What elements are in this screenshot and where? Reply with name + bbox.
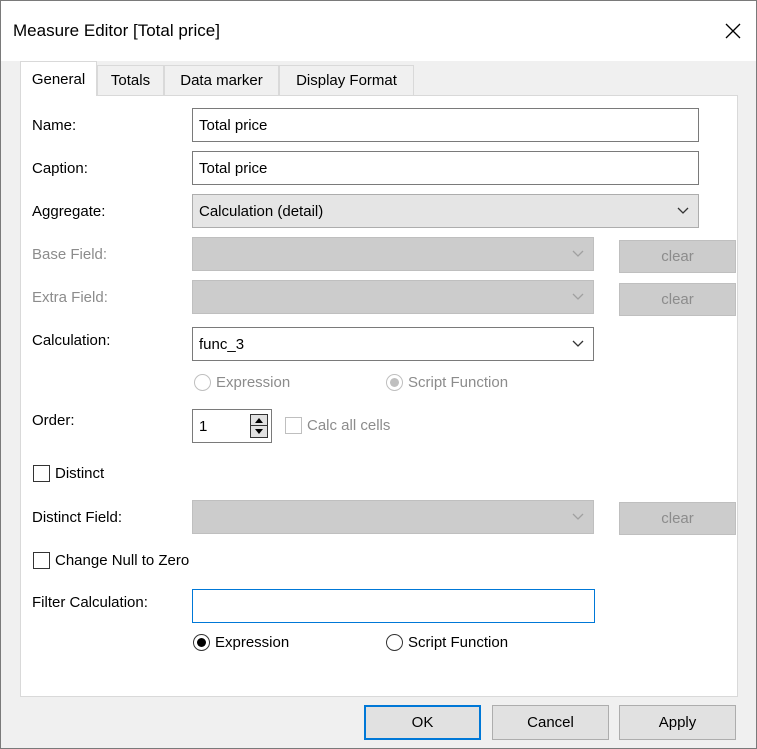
caption-field[interactable]: Total price bbox=[192, 151, 699, 185]
close-button[interactable] bbox=[710, 1, 756, 61]
chevron-down-icon bbox=[677, 207, 689, 214]
window-title: Measure Editor [Total price] bbox=[13, 21, 220, 40]
distinct-field-label: Distinct Field: bbox=[32, 509, 123, 526]
chevron-down-icon bbox=[572, 340, 584, 347]
order-stepper[interactable]: 1 bbox=[192, 409, 272, 443]
calc-all-cells-checkbox[interactable]: Calc all cells bbox=[285, 417, 390, 434]
tab-totals[interactable]: Totals bbox=[97, 65, 164, 95]
calculation-expression-radio[interactable]: Expression bbox=[194, 374, 290, 391]
chevron-down-icon bbox=[572, 293, 584, 300]
checkbox-icon bbox=[33, 552, 50, 569]
stepper-down-icon[interactable] bbox=[251, 426, 267, 437]
radio-button-icon bbox=[386, 634, 403, 651]
base-field-label: Base Field: bbox=[32, 246, 108, 263]
tab-display-format[interactable]: Display Format bbox=[279, 65, 414, 95]
order-label: Order: bbox=[32, 412, 75, 429]
calculation-script-function-radio[interactable]: Script Function bbox=[386, 374, 508, 391]
extra-field-label: Extra Field: bbox=[32, 289, 108, 306]
extra-field-dropdown[interactable] bbox=[192, 280, 594, 314]
close-icon bbox=[725, 23, 741, 39]
calculation-label: Calculation: bbox=[32, 332, 111, 349]
radio-button-icon bbox=[386, 374, 403, 391]
aggregate-dropdown[interactable]: Calculation (detail) bbox=[192, 194, 699, 228]
name-field[interactable]: Total price bbox=[192, 108, 699, 142]
filter-expression-radio[interactable]: Expression bbox=[193, 634, 289, 651]
radio-button-icon bbox=[194, 374, 211, 391]
calculation-dropdown[interactable]: func_3 bbox=[192, 327, 594, 361]
stepper-up-icon[interactable] bbox=[251, 415, 267, 426]
base-field-dropdown[interactable] bbox=[192, 237, 594, 271]
filter-calculation-label: Filter Calculation: bbox=[32, 594, 148, 611]
radio-button-icon bbox=[193, 634, 210, 651]
filter-script-function-radio[interactable]: Script Function bbox=[386, 634, 508, 651]
checkbox-icon bbox=[285, 417, 302, 434]
tab-data-marker[interactable]: Data marker bbox=[164, 65, 279, 95]
chevron-down-icon bbox=[572, 513, 584, 520]
chevron-down-icon bbox=[572, 250, 584, 257]
filter-calculation-field[interactable] bbox=[192, 589, 595, 623]
change-null-to-zero-checkbox[interactable]: Change Null to Zero bbox=[33, 552, 189, 569]
tab-general[interactable]: General bbox=[20, 61, 97, 96]
distinct-checkbox[interactable]: Distinct bbox=[33, 465, 104, 482]
checkbox-icon bbox=[33, 465, 50, 482]
distinct-field-dropdown[interactable] bbox=[192, 500, 594, 534]
aggregate-label: Aggregate: bbox=[32, 203, 106, 220]
caption-label: Caption: bbox=[32, 160, 88, 177]
ok-button[interactable]: OK bbox=[364, 705, 481, 740]
extra-field-clear-button[interactable]: clear bbox=[619, 283, 736, 316]
distinct-field-clear-button[interactable]: clear bbox=[619, 502, 736, 535]
apply-button[interactable]: Apply bbox=[619, 705, 736, 740]
title-bar: Measure Editor [Total price] bbox=[1, 1, 756, 61]
cancel-button[interactable]: Cancel bbox=[492, 705, 609, 740]
order-stepper-buttons bbox=[250, 414, 268, 438]
base-field-clear-button[interactable]: clear bbox=[619, 240, 736, 273]
name-label: Name: bbox=[32, 117, 77, 134]
